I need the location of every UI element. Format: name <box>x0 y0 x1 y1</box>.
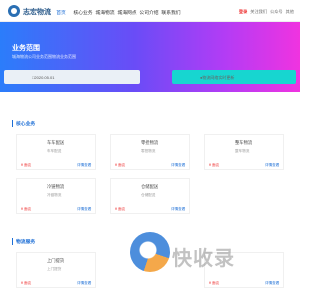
card-subtitle: 仓储配送 <box>141 193 156 197</box>
nav-item-core-business[interactable]: 核心业务 <box>72 9 94 16</box>
login-link[interactable]: 登录 <box>239 9 247 15</box>
section-title-core: 核心业务 <box>12 120 35 127</box>
card-detail-link[interactable]: 详情查看 <box>77 163 91 168</box>
site-header: 志宏物流 首页 核心业务 城海物流 城海网点 公司介绍 联系我们 登录 关注我们… <box>0 0 300 22</box>
card-detail-link[interactable]: 详情查看 <box>265 163 279 168</box>
service-card[interactable]: 车车配送 车车配送 ¥ 面议 详情查看 <box>16 134 96 170</box>
follow-link[interactable]: 关注我们 <box>250 9 267 15</box>
watermark-text: 快收录 <box>172 248 235 270</box>
card-title: 车车配送 <box>47 140 65 145</box>
nav-item-contact[interactable]: 联系我们 <box>160 9 182 16</box>
banner-subtitle: 城海物流公司业务范围物流业务范围 <box>12 54 76 59</box>
service-card[interactable]: 上门提货 上门提货 ¥ 面议 详情查看 <box>16 252 96 288</box>
card-title: 冷链物流 <box>47 184 65 189</box>
card-price: ¥ 面议 <box>21 207 32 211</box>
card-detail-link[interactable]: 详情查看 <box>171 207 185 212</box>
status-text: ●物流网络实时更新 <box>200 74 235 80</box>
info-strip: □2020.05.01 ●物流网络实时更新 <box>4 70 296 84</box>
card-subtitle: 上门提货 <box>47 267 62 271</box>
date-box: □2020.05.01 <box>4 70 140 84</box>
nav-item-outlets[interactable]: 城海网点 <box>116 9 138 16</box>
card-price: ¥ 面议 <box>209 281 220 285</box>
card-subtitle: 零担物流 <box>141 149 156 153</box>
brand-name[interactable]: 志宏物流 <box>23 7 51 17</box>
card-price: ¥ 面议 <box>21 163 32 167</box>
card-detail-link[interactable]: 详情查看 <box>77 281 91 286</box>
card-price: ¥ 面议 <box>115 163 126 167</box>
nav-item-logistics[interactable]: 城海物流 <box>94 9 116 16</box>
watermark-logo-icon <box>130 232 170 272</box>
nav-item-about[interactable]: 公司介绍 <box>138 9 160 16</box>
card-subtitle: 冷链物流 <box>47 193 62 197</box>
logo-icon[interactable] <box>8 5 20 17</box>
date-text: □2020.05.01 <box>32 74 55 80</box>
status-box: ●物流网络实时更新 <box>200 70 260 84</box>
card-price: ¥ 面议 <box>21 281 32 285</box>
section-title-service: 物流服务 <box>12 238 35 245</box>
banner-title: 业务范围 <box>12 45 40 52</box>
service-card[interactable]: 整车物流 整车物流 ¥ 面议 详情查看 <box>204 134 284 170</box>
service-card[interactable]: 仓储配送 仓储配送 ¥ 面议 详情查看 <box>110 178 190 214</box>
service-card[interactable]: 零担物流 零担物流 ¥ 面议 详情查看 <box>110 134 190 170</box>
service-card[interactable]: 冷链物流 冷链物流 ¥ 面议 详情查看 <box>16 178 96 214</box>
card-title: 上门提货 <box>47 258 65 263</box>
card-detail-link[interactable]: 详情查看 <box>265 281 279 286</box>
top-right-links: 登录 关注我们 公众号 其他 <box>239 9 294 15</box>
card-title: 整车物流 <box>235 140 253 145</box>
card-price: ¥ 面议 <box>209 163 220 167</box>
nav-item-home[interactable]: 首页 <box>50 9 72 16</box>
card-detail-link[interactable]: 详情查看 <box>171 163 185 168</box>
card-detail-link[interactable]: 详情查看 <box>77 207 91 212</box>
card-price: ¥ 面议 <box>115 207 126 211</box>
card-subtitle: 车车配送 <box>47 149 62 153</box>
main-nav: 首页 核心业务 城海物流 城海网点 公司介绍 联系我们 <box>50 9 182 16</box>
card-subtitle: 整车物流 <box>235 149 250 153</box>
card-title: 仓储配送 <box>141 184 159 189</box>
app-link[interactable]: 公众号 <box>270 9 283 15</box>
other-link[interactable]: 其他 <box>286 9 294 15</box>
card-title: 零担物流 <box>141 140 159 145</box>
